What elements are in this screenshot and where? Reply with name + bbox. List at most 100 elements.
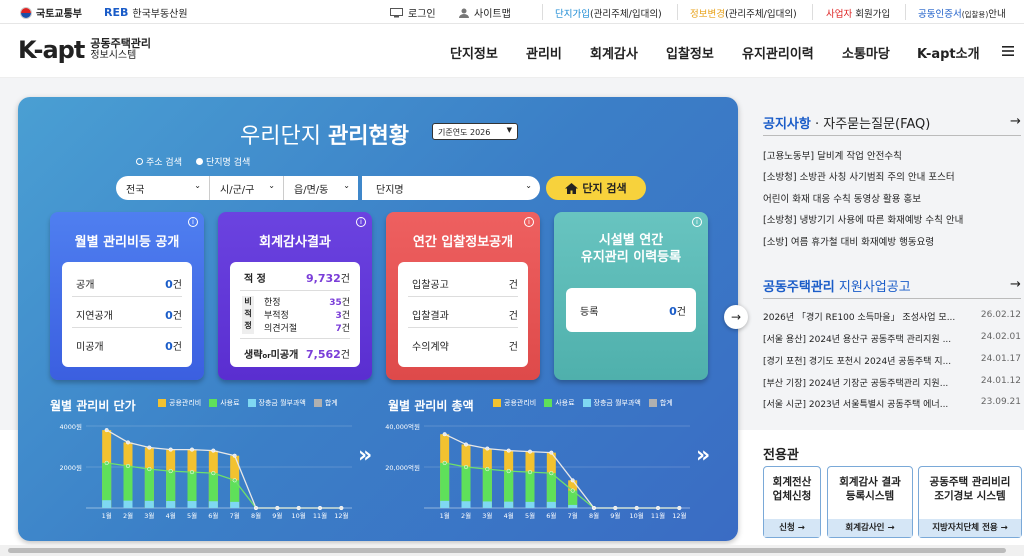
- row-inappropriate[interactable]: 부적정 3건: [264, 308, 350, 321]
- notice-tab[interactable]: 공지사항: [763, 117, 811, 132]
- nav-accounting-audit[interactable]: 회계감사: [590, 43, 638, 62]
- certificate-link[interactable]: 공동인증서(입찰용)안내: [918, 6, 1006, 20]
- support-item[interactable]: [경기 포천] 경기도 포천시 2024년 공동주택 지... 24.01.17: [763, 354, 1021, 367]
- row-delayed[interactable]: 지연공개 0건: [76, 307, 182, 322]
- audit-result-card[interactable]: i 회계감사결과 적 정 9,732건 비적정 한정 35건 부적정 3건 의견거절 7…: [218, 212, 372, 380]
- notice-more-arrow-icon[interactable]: →: [1010, 114, 1021, 129]
- login-link[interactable]: 로그인: [390, 5, 436, 20]
- chart-more-chevron-icon[interactable]: »: [696, 443, 710, 468]
- year-select[interactable]: 기준연도 2026 ▼: [432, 123, 518, 140]
- bid-info-card[interactable]: i 연간 입찰정보공개 입찰공고 건 입찰결과 건 수의계약 건: [386, 212, 540, 380]
- auditor-button[interactable]: 회계감사인 →: [828, 519, 912, 537]
- info-icon[interactable]: i: [356, 217, 366, 227]
- nav-community[interactable]: 소통마당: [842, 43, 890, 62]
- omit-label: 생략: [244, 350, 263, 361]
- audit-register-box[interactable]: 회계감사 결과 등록시스템 회계감사인 →: [827, 466, 913, 538]
- title-bold: 관리현황: [327, 124, 409, 149]
- maintenance-card[interactable]: i 시설별 연간 유지관리 이력등록 등록 0건: [554, 212, 708, 380]
- line-usage: [444, 462, 680, 509]
- maintenance-title-line1: 시설별 연간: [598, 233, 664, 248]
- chart-legend: 공용관리비 사용료 장충금 월부과액 합계: [493, 398, 673, 408]
- row-label: 의견거절: [264, 324, 298, 334]
- accounting-vendor-box[interactable]: 회계전산 업체신청 신청 →: [763, 466, 821, 538]
- info-icon[interactable]: i: [188, 217, 198, 227]
- next-arrow-button[interactable]: →: [724, 305, 748, 329]
- business-join-link[interactable]: 사업자 회원가입: [826, 6, 890, 20]
- sido-select[interactable]: 전국 ⌄: [116, 176, 210, 200]
- legend-item[interactable]: 공용관리비: [493, 398, 536, 408]
- support-item[interactable]: [서울 시군] 2023년 서울특별시 공동주택 에너... 23.09.21: [763, 397, 1021, 410]
- legend-item[interactable]: 장충금 월부과액: [582, 398, 641, 408]
- row-qualified[interactable]: 한정 35건: [264, 295, 350, 308]
- legend-item[interactable]: 사용료: [209, 398, 240, 408]
- row-registered[interactable]: 등록 0건: [580, 303, 686, 318]
- nav-complex-info[interactable]: 단지정보: [450, 43, 498, 62]
- bar-reserve-fee: [440, 500, 450, 508]
- complex-name-select[interactable]: 단지명 ⌄: [362, 176, 540, 200]
- panel-title: 우리단지 관리현황: [240, 118, 409, 150]
- support-more-arrow-icon[interactable]: →: [1010, 277, 1021, 292]
- horizontal-scrollbar[interactable]: [0, 545, 1024, 556]
- bar-reserve-fee: [461, 501, 471, 508]
- change-info-link[interactable]: 정보변경(관리주체/입대의): [690, 6, 797, 20]
- row-disclosed[interactable]: 공개 0건: [76, 276, 182, 291]
- omit-label: 미공개: [270, 350, 299, 361]
- logo-line1: 공동주택관리: [90, 37, 152, 50]
- nav-bid-info[interactable]: 입찰정보: [666, 43, 714, 62]
- kapt-logo[interactable]: K-apt 공동주택관리 정보시스템: [18, 36, 151, 64]
- line-total-point: [485, 446, 490, 451]
- nav-management-fee[interactable]: 관리비: [526, 43, 562, 62]
- complex-search-button[interactable]: 단지 검색: [546, 176, 646, 200]
- nav-maintenance-history[interactable]: 유지관리이력: [742, 43, 814, 62]
- notice-item[interactable]: [소방청] 소방관 사칭 사기범죄 주의 안내 포스터: [763, 169, 955, 183]
- row-bid-result[interactable]: 입찰결과 건: [412, 307, 518, 322]
- legend-item[interactable]: 공용관리비: [158, 398, 201, 408]
- line-usage-point: [104, 460, 109, 465]
- radio-address-search[interactable]: 주소 검색: [136, 155, 182, 168]
- chart-more-chevron-icon[interactable]: »: [358, 443, 372, 468]
- notice-item[interactable]: 어린이 화재 대응 수칙 동영상 활용 홍보: [763, 191, 921, 205]
- line-usage-point: [549, 471, 554, 476]
- legend-item[interactable]: 합계: [313, 398, 338, 408]
- monthly-fee-card[interactable]: i 월별 관리비등 공개 공개 0건 지연공개 0건 미공개 0건: [50, 212, 204, 380]
- info-icon[interactable]: i: [524, 217, 534, 227]
- nav-about-kapt[interactable]: K-apt소개: [917, 43, 980, 62]
- line-usage-point: [125, 463, 131, 469]
- line-total-point: [147, 445, 152, 450]
- support-text: [서울 시군] 2023년 서울특별시 공동주택 에너...: [763, 400, 949, 410]
- radio-name-search[interactable]: 단지명 검색: [196, 155, 250, 168]
- reb-logo[interactable]: REB 한국부동산원: [104, 5, 188, 20]
- support-item[interactable]: [서울 용산] 2024년 용산구 공동주택 관리지원 ... 24.02.01: [763, 332, 1021, 345]
- line-total-point: [442, 432, 447, 437]
- join-complex-link[interactable]: 단지가입(관리주체/입대의): [555, 6, 662, 20]
- row-omitted[interactable]: 생략or미공개 7,562건: [244, 346, 350, 361]
- scrollbar-thumb[interactable]: [8, 548, 1006, 553]
- molit-logo[interactable]: 국토교통부: [20, 5, 82, 20]
- login-label: 로그인: [408, 9, 436, 20]
- early-warning-box[interactable]: 공동주택 관리비리 조기경보 시스템 지방자치단체 전용 →: [918, 466, 1022, 538]
- row-appropriate[interactable]: 적 정 9,732건: [244, 270, 350, 285]
- row-undisclosed[interactable]: 미공개 0건: [76, 338, 182, 353]
- notice-item[interactable]: [소방] 여름 휴가철 대비 화재예방 행동요령: [763, 234, 934, 248]
- row-bid-notice[interactable]: 입찰공고 건: [412, 276, 518, 291]
- legend-item[interactable]: 장충금 월부과액: [247, 398, 306, 408]
- info-icon[interactable]: i: [692, 217, 702, 227]
- hamburger-menu-icon[interactable]: [1002, 46, 1014, 56]
- support-item[interactable]: [부산 기장] 2024년 기장군 공동주택관리 지원... 24.01.12: [763, 376, 1021, 389]
- notice-item[interactable]: [고용노동부] 달비계 작업 안전수칙: [763, 148, 902, 162]
- sitemap-link[interactable]: 사이트맵: [459, 5, 511, 20]
- faq-tab[interactable]: 자주묻는질문(FAQ): [823, 117, 930, 132]
- support-item[interactable]: 2026년 「경기 RE100 소득마을」 조성사업 모... 26.02.12: [763, 310, 1021, 323]
- notice-item[interactable]: [소방청] 냉방기기 사용에 따른 화재예방 수칙 안내: [763, 212, 963, 226]
- local-gov-button[interactable]: 지방자치단체 전용 →: [919, 519, 1021, 537]
- bar-reserve-fee: [568, 504, 578, 508]
- row-disclaimer[interactable]: 의견거절 7건: [264, 321, 350, 334]
- apply-button[interactable]: 신청 →: [764, 519, 820, 537]
- legend-item[interactable]: 사용료: [544, 398, 575, 408]
- row-private-contract[interactable]: 수의계약 건: [412, 338, 518, 353]
- sigungu-select[interactable]: 시/군/구 ⌄: [210, 176, 284, 200]
- eupmyeon-select[interactable]: 읍/면/동 ⌄: [284, 176, 358, 200]
- legend-item[interactable]: 합계: [648, 398, 673, 408]
- y-tick-label: 2000원: [59, 463, 82, 472]
- maintenance-title: 시설별 연간 유지관리 이력등록: [554, 232, 708, 266]
